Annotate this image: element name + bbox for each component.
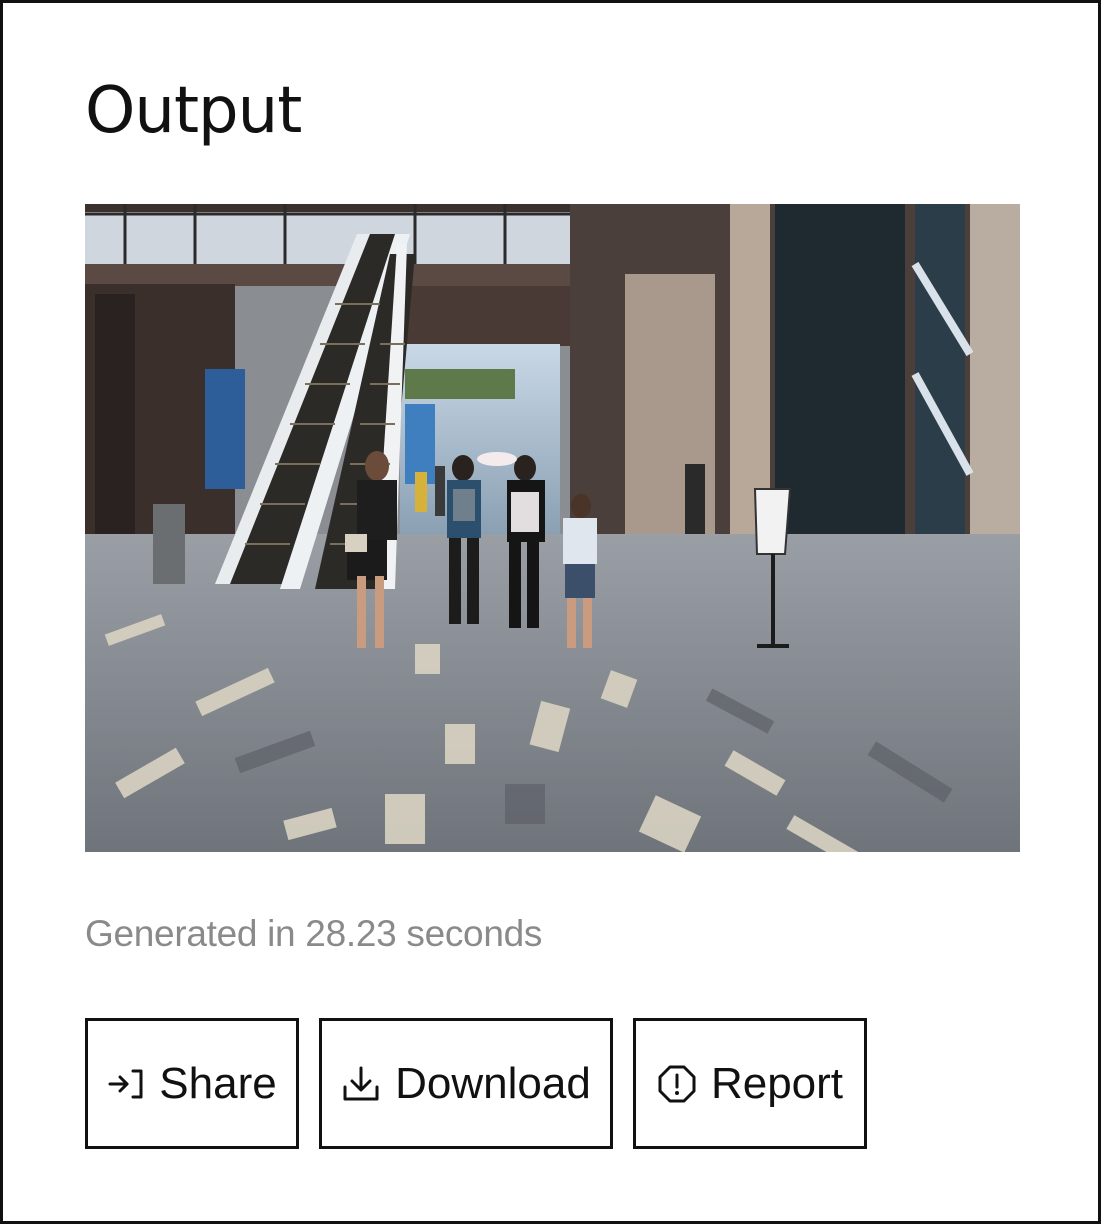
download-icon xyxy=(341,1065,381,1103)
section-title: Output xyxy=(85,74,302,148)
video-frame xyxy=(85,204,1020,852)
report-icon xyxy=(657,1064,697,1104)
report-button-label: Report xyxy=(710,1058,844,1108)
output-video[interactable] xyxy=(85,204,1020,852)
share-button-label: Share xyxy=(159,1058,277,1108)
output-panel: Output Generated in 28.23 seconds Share … xyxy=(0,0,1101,1224)
share-button[interactable]: Share xyxy=(85,1018,299,1149)
download-button[interactable]: Download xyxy=(319,1018,613,1149)
generation-time-text: Generated in 28.23 seconds xyxy=(85,913,543,954)
share-icon xyxy=(107,1067,145,1101)
download-button-label: Download xyxy=(395,1058,591,1108)
report-button[interactable]: Report xyxy=(633,1018,867,1149)
